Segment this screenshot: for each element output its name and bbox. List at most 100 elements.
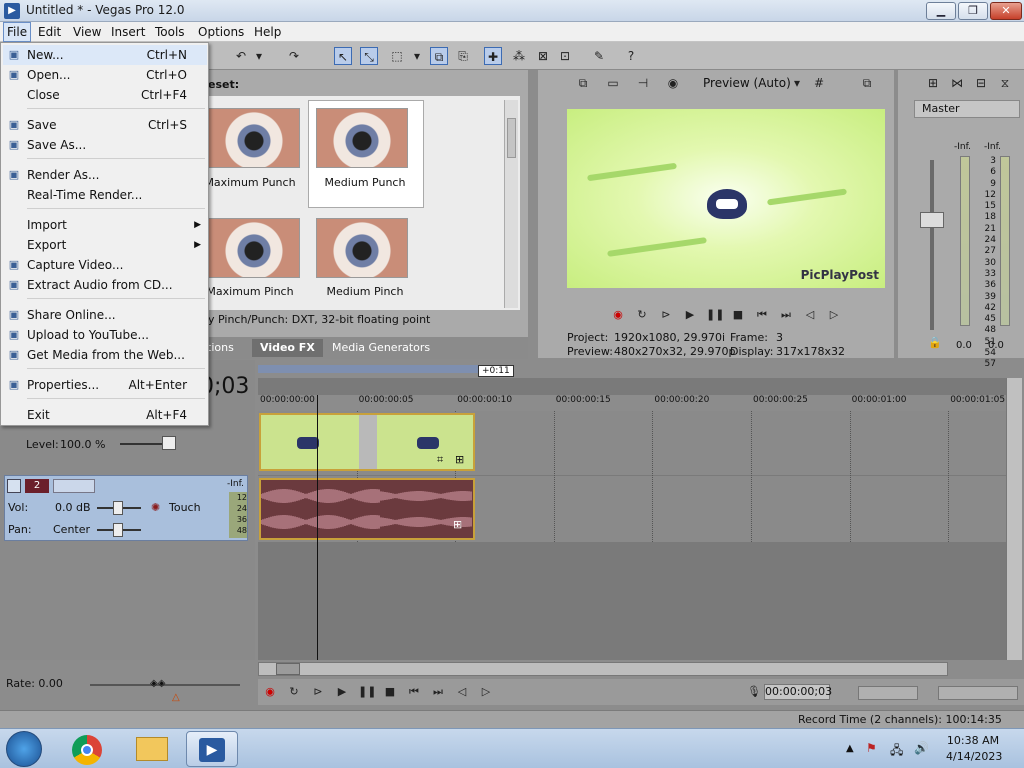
close-button[interactable]: ✕ — [990, 2, 1022, 20]
go-to-start-icon[interactable]: ⏮ — [754, 307, 770, 323]
selection-tool-icon[interactable]: ⬚ — [388, 47, 406, 65]
selection-start-field[interactable] — [858, 686, 918, 700]
copy-snapshot-icon[interactable]: ⧉ — [858, 74, 876, 92]
start-button-icon[interactable] — [6, 731, 42, 767]
redo-icon[interactable]: ↷ — [285, 47, 303, 65]
auto-ripple-icon[interactable]: ⎘ — [454, 47, 472, 65]
vol-handle[interactable] — [113, 501, 123, 515]
preset-thumbnail-maximum-pinch[interactable] — [208, 218, 300, 278]
vegas-icon[interactable]: ▶ — [4, 3, 20, 19]
envelope-tool-icon[interactable]: ⤡ — [360, 47, 378, 65]
zoom-icon[interactable]: ⊡ — [556, 47, 574, 65]
file-menu-item-new[interactable]: ▣ New... Ctrl+N — [3, 45, 207, 65]
bowtie-icon[interactable]: ⋈ — [948, 74, 966, 92]
scrollbar-thumb[interactable] — [276, 663, 300, 675]
network-icon[interactable]: 🖧 — [890, 741, 903, 762]
lock-icon[interactable]: 🔒 — [928, 336, 942, 349]
track1-level-handle[interactable] — [162, 436, 176, 450]
automation-mode[interactable]: Touch — [169, 501, 201, 514]
split-screen-icon[interactable]: ▭ — [604, 74, 622, 92]
go-to-start-icon[interactable]: ⏮ — [406, 684, 422, 700]
menu-file[interactable]: File — [3, 22, 32, 42]
undo-icon[interactable]: ↶ — [232, 47, 250, 65]
automation-icon[interactable]: ✺ — [151, 501, 160, 514]
next-frame-icon[interactable]: ▷ — [826, 307, 842, 323]
brush-icon[interactable]: ✎ — [590, 47, 608, 65]
file-menu-item-get-media-from-the-web[interactable]: ▣ Get Media from the Web... — [3, 345, 207, 365]
menu-insert[interactable]: Insert — [108, 22, 148, 42]
audio-track-header[interactable]: 2 Vol: 0.0 dB Pan: Center ✺ Touch -Inf. … — [4, 475, 248, 541]
file-menu-item-close[interactable]: Close Ctrl+F4 — [3, 85, 207, 105]
play-from-start-icon[interactable]: ⊳ — [658, 307, 674, 323]
track-minimize-icon[interactable] — [7, 479, 21, 493]
file-menu-item-extract-audio-from-cd[interactable]: ▣ Extract Audio from CD... — [3, 275, 207, 295]
go-to-end-icon[interactable]: ⏭ — [778, 307, 794, 323]
show-hidden-icons[interactable]: ▲ — [846, 743, 854, 754]
maximize-button[interactable]: ❐ — [958, 2, 988, 20]
previous-frame-icon[interactable]: ◁ — [454, 684, 470, 700]
audio-event[interactable]: ⊞ — [259, 478, 475, 540]
file-menu-item-properties[interactable]: ▣ Properties... Alt+Enter — [3, 375, 207, 395]
menu-options[interactable]: Options — [195, 22, 247, 42]
preset-thumbnail-maximum-punch[interactable] — [208, 108, 300, 168]
clock-time[interactable]: 10:38 AM — [946, 734, 1000, 747]
loop-region-bar[interactable] — [258, 365, 478, 373]
preset-thumbnail-medium-punch[interactable] — [316, 108, 408, 168]
record-icon[interactable]: ◉ — [610, 307, 626, 323]
tab-video-fx[interactable]: Video FX — [252, 339, 323, 357]
minimize-button[interactable]: ▁ — [926, 2, 956, 20]
file-menu-item-save-as[interactable]: ▣ Save As... — [3, 135, 207, 155]
event-fx-icon[interactable]: ⊞ — [455, 453, 464, 466]
selection-length-field[interactable] — [938, 686, 1018, 700]
menu-help[interactable]: Help — [251, 22, 284, 42]
event-fx-icon[interactable]: ⊞ — [453, 518, 462, 531]
master-fader-handle[interactable] — [920, 212, 944, 228]
rate-handle-icon[interactable]: ◈◈ — [150, 678, 165, 689]
insert-fx-icon[interactable]: ⊞ — [924, 74, 942, 92]
overlay-icon[interactable]: ◉ — [664, 74, 682, 92]
file-menu-item-share-online[interactable]: ▣ Share Online... — [3, 305, 207, 325]
timeline-ruler[interactable]: 00:00:00:00 00:00:00:05 00:00:00:10 00:00:0… — [258, 395, 1006, 411]
stop-icon[interactable]: ■ — [730, 307, 746, 323]
track1-level-slider[interactable] — [120, 443, 164, 445]
go-to-end-icon[interactable]: ⏭ — [430, 684, 446, 700]
tab-media-generators[interactable]: Media Generators — [324, 339, 438, 357]
pause-icon[interactable]: ❚❚ — [706, 307, 724, 323]
clock-date[interactable]: 4/14/2023 — [946, 750, 1002, 763]
action-center-icon[interactable]: ⚑ — [866, 741, 877, 755]
whats-this-icon[interactable]: ? — [622, 47, 640, 65]
file-menu-item-real-time-render[interactable]: Real-Time Render... — [3, 185, 207, 205]
file-menu-item-upload-to-youtube[interactable]: ▣ Upload to YouTube... — [3, 325, 207, 345]
crossfade-icon[interactable]: ⊠ — [534, 47, 552, 65]
volume-icon[interactable]: 🔊 — [914, 741, 929, 755]
loop-icon[interactable]: ↻ — [286, 684, 302, 700]
video-event[interactable]: ⌗ ⊞ — [259, 413, 475, 471]
dropdown-icon[interactable]: ▾ — [250, 47, 268, 65]
menu-tools[interactable]: Tools — [152, 22, 188, 42]
preview-quality-select[interactable]: Preview (Auto) — [703, 76, 791, 90]
file-explorer-icon[interactable] — [136, 737, 168, 761]
scrollbar-thumb[interactable] — [507, 118, 516, 158]
snapping-icon[interactable]: ⧉ — [430, 47, 448, 65]
file-menu-item-export[interactable]: Export ▶ — [3, 235, 207, 255]
timeline-vertical-scrollbar[interactable] — [1006, 378, 1022, 660]
stop-icon[interactable]: ■ — [382, 684, 398, 700]
file-menu-item-save[interactable]: ▣ Save Ctrl+S — [3, 115, 207, 135]
chrome-icon[interactable] — [72, 735, 102, 765]
grid-icon[interactable]: # — [810, 74, 828, 92]
downmix-icon[interactable]: ⧖ — [996, 74, 1014, 92]
file-menu-item-exit[interactable]: Exit Alt+F4 — [3, 405, 207, 425]
file-menu-item-import[interactable]: Import ▶ — [3, 215, 207, 235]
pause-icon[interactable]: ❚❚ — [358, 684, 376, 700]
normal-edit-tool-icon[interactable]: ↖ — [334, 47, 352, 65]
preset-thumbnail-medium-pinch[interactable] — [316, 218, 408, 278]
play-icon[interactable]: ▶ — [682, 307, 698, 323]
previous-frame-icon[interactable]: ◁ — [802, 307, 818, 323]
menu-view[interactable]: View — [70, 22, 104, 42]
play-icon[interactable]: ▶ — [334, 684, 350, 700]
preset-scrollbar[interactable] — [504, 100, 518, 308]
pan-handle[interactable] — [113, 523, 123, 537]
mixer-icon[interactable]: ⊟ — [972, 74, 990, 92]
crop-icon[interactable]: ⌗ — [437, 453, 443, 467]
file-menu-item-render-as[interactable]: ▣ Render As... — [3, 165, 207, 185]
